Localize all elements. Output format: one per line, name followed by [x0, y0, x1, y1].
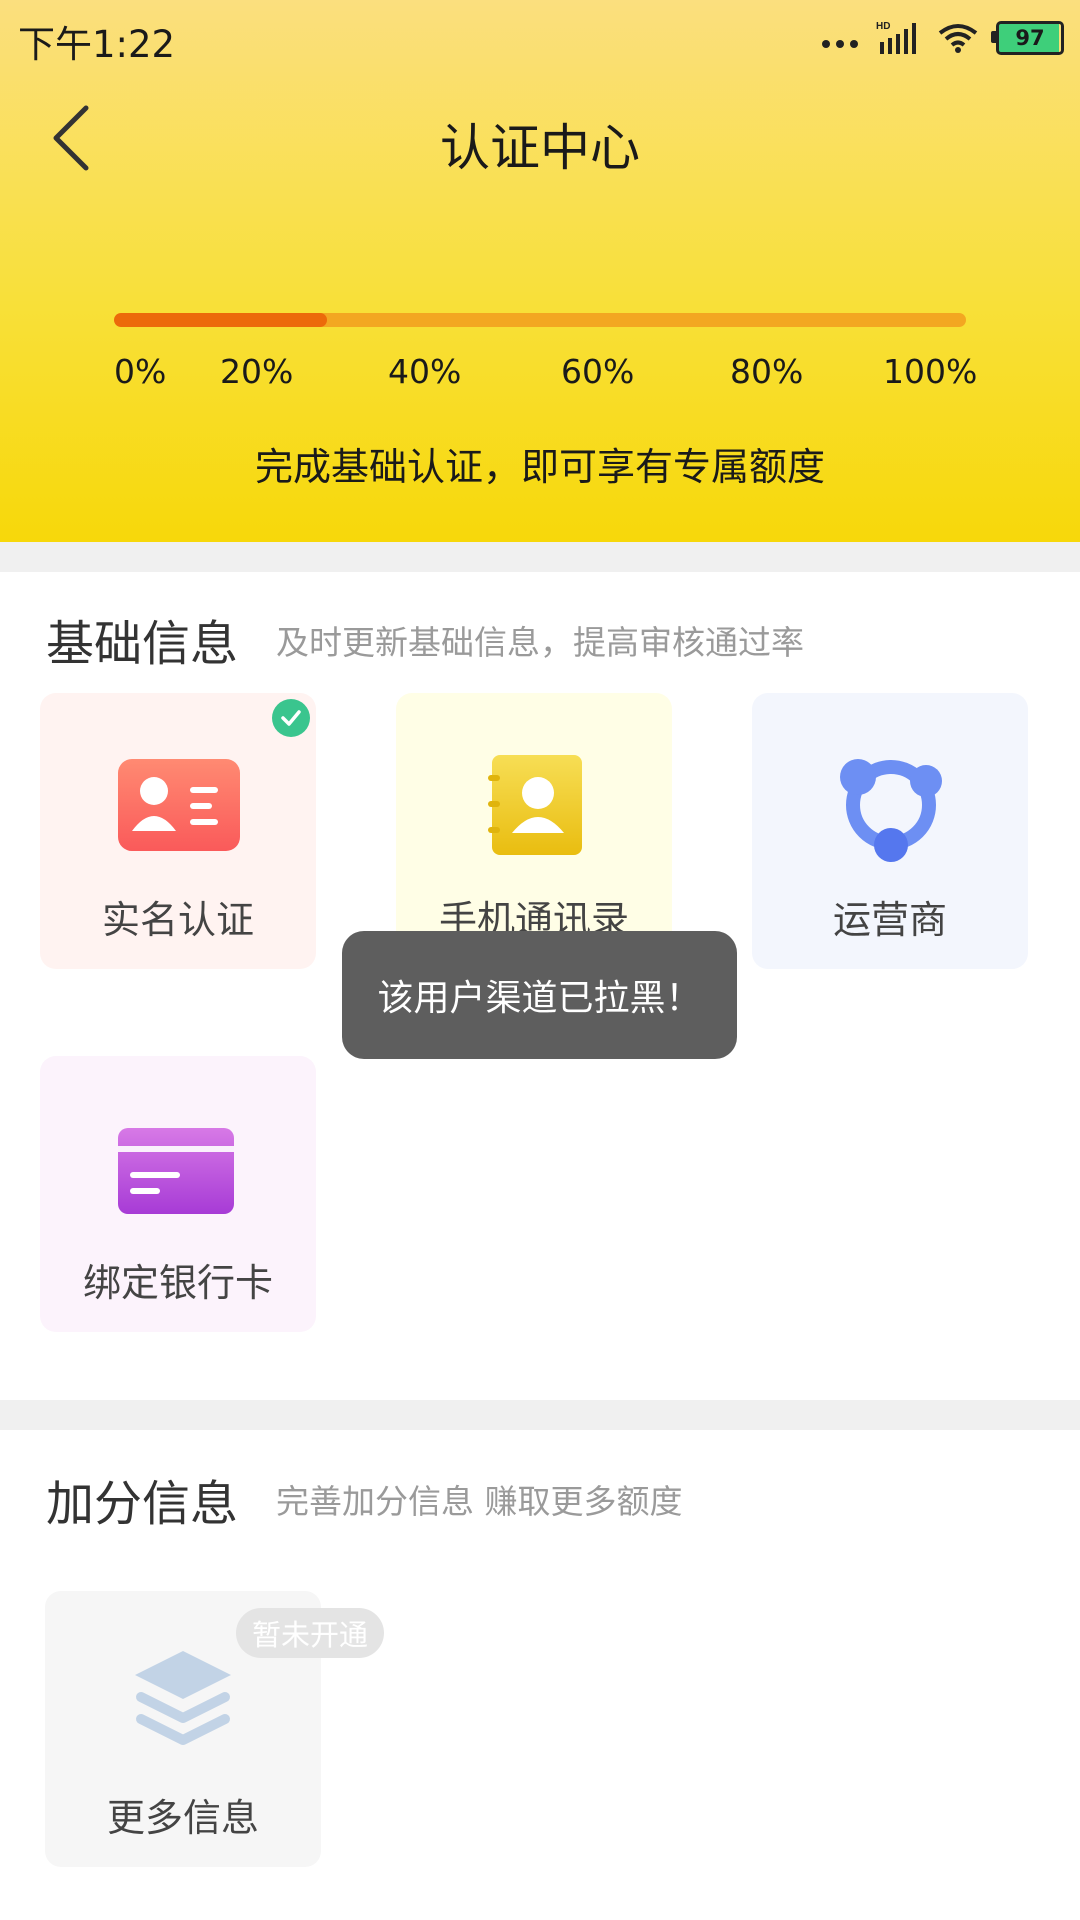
battery-icon: 97 [991, 21, 1064, 55]
contacts-book-icon [488, 755, 582, 855]
wifi-icon [938, 24, 978, 53]
progress-tick-label: 0% [114, 352, 167, 391]
card-label: 更多信息 [106, 1796, 259, 1840]
progress-tick-label: 20% [220, 352, 294, 391]
bonus-section-title: 加分信息 [46, 1476, 239, 1532]
status-bar: 下午1:22 HD 97 [0, 0, 1080, 72]
layers-icon [135, 1651, 231, 1745]
section-divider [0, 542, 1080, 572]
card-label: 实名认证 [101, 898, 254, 942]
signal-icon: HD [876, 21, 916, 54]
progress-fill [114, 313, 327, 327]
battery-level: 97 [1015, 26, 1045, 50]
basic-section-title: 基础信息 [46, 616, 239, 672]
not-open-badge: 暂未开通 [236, 1608, 384, 1658]
card-contacts[interactable]: 手机通讯录 [396, 693, 672, 969]
network-type-label: HD [876, 21, 890, 32]
bank-card-icon [118, 1128, 234, 1214]
progress-tick-label: 80% [730, 352, 804, 391]
carrier-network-icon [840, 759, 942, 862]
card-label: 绑定银行卡 [82, 1261, 273, 1305]
status-icons: HD 97 [822, 18, 1064, 58]
toast-message: 该用户渠道已拉黑！ [342, 931, 737, 1059]
progress-tick-label: 40% [388, 352, 462, 391]
card-carrier[interactable]: 运营商 [752, 693, 1028, 969]
section-divider [0, 1400, 1080, 1430]
verified-check-icon [272, 699, 310, 737]
status-time: 下午1:22 [18, 23, 176, 66]
header: 下午1:22 HD 97 认证中心 0% 20% 40% 60% 80% 100… [0, 0, 1080, 542]
card-bank-card[interactable]: 绑定银行卡 [40, 1056, 316, 1332]
basic-section-subtitle: 及时更新基础信息，提高审核通过率 [276, 623, 804, 662]
more-dots-icon [822, 40, 858, 48]
bonus-section-subtitle: 完善加分信息 赚取更多额度 [276, 1482, 683, 1521]
card-label: 运营商 [832, 898, 947, 942]
card-real-name[interactable]: 实名认证 [40, 693, 316, 969]
page-title: 认证中心 [440, 119, 640, 177]
id-card-icon [118, 759, 240, 851]
progress-bar [114, 313, 966, 327]
progress-tick-label: 100% [883, 352, 978, 391]
progress-hint: 完成基础认证，即可享有专属额度 [254, 445, 825, 489]
progress-tick-label: 60% [561, 352, 635, 391]
